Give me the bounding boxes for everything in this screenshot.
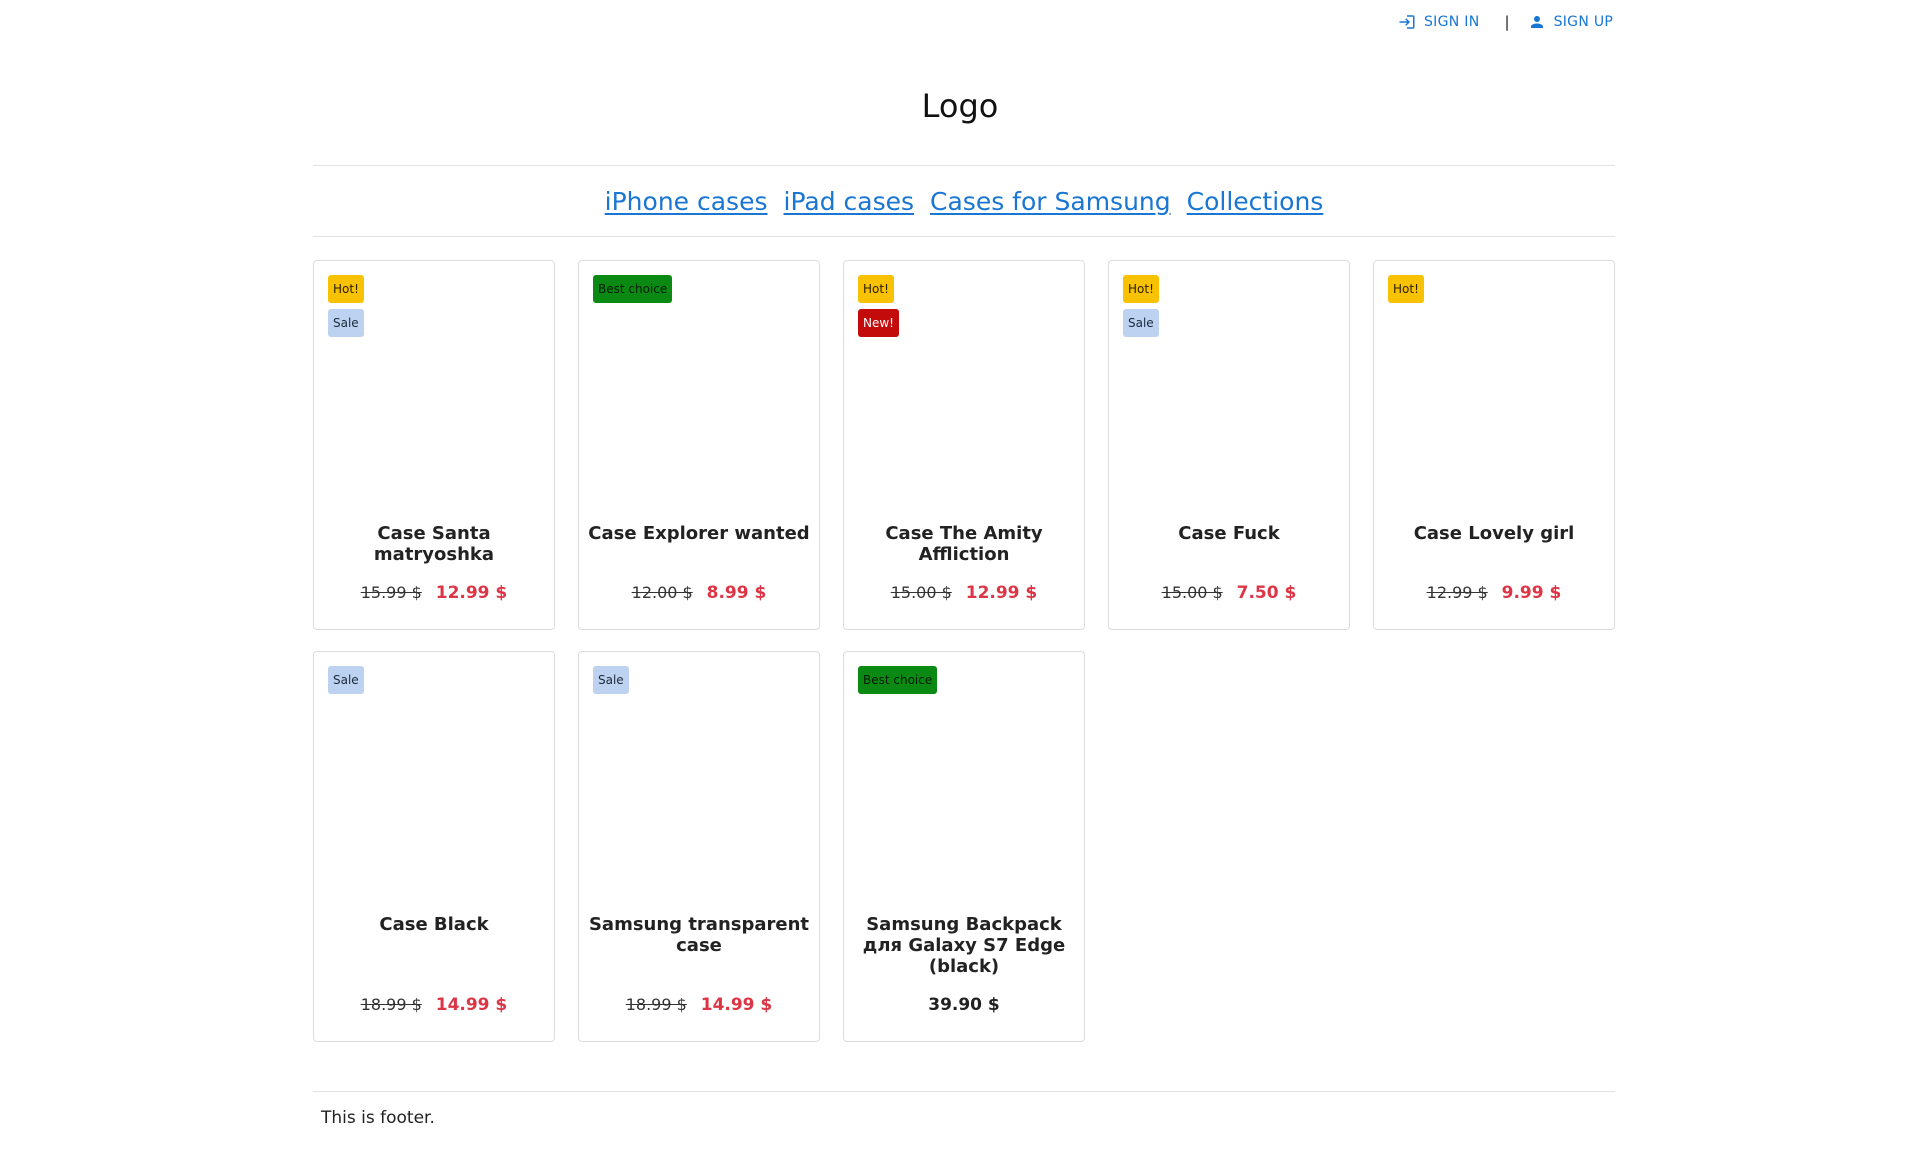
product-card[interactable]: Best choice Case Explorer wanted 12.00 $… [578, 260, 820, 630]
product-card[interactable]: Sale Samsung transparent case 18.99 $ 14… [578, 651, 820, 1042]
badge-stack: Hot! Sale [1123, 275, 1159, 337]
old-price: 12.99 $ [1426, 583, 1488, 602]
badge-stack: Best choice [593, 275, 673, 303]
product-title[interactable]: Case Santa matryoshka [322, 523, 546, 565]
price-row: 15.00 $ 7.50 $ [1109, 583, 1349, 603]
nav-item-cases-for-samsung[interactable]: Cases for Samsung [930, 187, 1171, 216]
current-price: 12.99 $ [435, 583, 508, 603]
product-title[interactable]: Case The Amity Affliction [852, 523, 1076, 565]
sale-badge: Sale [328, 666, 364, 694]
price-row: 18.99 $ 14.99 $ [314, 995, 554, 1015]
old-price: 15.00 $ [1161, 583, 1223, 602]
badge-stack: Hot! [1388, 275, 1424, 303]
badge-stack: Hot! Sale [328, 275, 364, 337]
person-icon [1530, 16, 1543, 28]
product-card[interactable]: Hot! New! Case The Amity Affliction 15.0… [843, 260, 1085, 630]
badge-stack: Sale [328, 666, 364, 694]
price-row: 39.90 $ [844, 995, 1084, 1015]
product-card[interactable]: Sale Case Black 18.99 $ 14.99 $ [313, 651, 555, 1042]
product-title[interactable]: Case Black [322, 914, 546, 935]
category-nav: iPhone cases iPad cases Cases for Samsun… [313, 165, 1615, 237]
best-choice-badge: Best choice [593, 275, 673, 303]
sale-badge: Sale [1123, 309, 1159, 337]
product-card[interactable]: Hot! Sale Case Fuck 15.00 $ 7.50 $ [1108, 260, 1350, 630]
current-price: 8.99 $ [706, 583, 767, 603]
sale-badge: Sale [328, 309, 364, 337]
hot-badge: Hot! [1123, 275, 1159, 303]
best-choice-badge: Best choice [858, 666, 938, 694]
price-row: 15.99 $ 12.99 $ [314, 583, 554, 603]
product-title[interactable]: Samsung transparent case [587, 914, 811, 956]
nav-item-collections[interactable]: Collections [1187, 187, 1324, 216]
login-icon [1399, 15, 1415, 29]
product-title[interactable]: Samsung Backpack для Galaxy S7 Edge (bla… [852, 914, 1076, 977]
hot-badge: Hot! [858, 275, 894, 303]
old-price: 18.99 $ [360, 995, 422, 1014]
badge-stack: Sale [593, 666, 629, 694]
product-card[interactable]: Hot! Sale Case Santa matryoshka 15.99 $ … [313, 260, 555, 630]
price-row: 12.99 $ 9.99 $ [1374, 583, 1614, 603]
nav-item-ipad-cases[interactable]: iPad cases [784, 187, 915, 216]
auth-separator: | [1504, 13, 1510, 31]
hot-badge: Hot! [328, 275, 364, 303]
product-title[interactable]: Case Explorer wanted [587, 523, 811, 544]
old-price: 15.99 $ [360, 583, 422, 602]
current-price: 9.99 $ [1501, 583, 1562, 603]
price-row: 15.00 $ 12.99 $ [844, 583, 1084, 603]
current-price: 39.90 $ [928, 995, 1000, 1015]
badge-stack: Best choice [858, 666, 938, 694]
sign-up-link[interactable]: SIGN UP [1528, 13, 1614, 31]
badge-stack: Hot! New! [858, 275, 899, 337]
site-logo[interactable]: Logo [0, 84, 1920, 128]
current-price: 14.99 $ [700, 995, 773, 1015]
sign-in-link[interactable]: SIGN IN [1398, 13, 1480, 31]
current-price: 7.50 $ [1236, 583, 1297, 603]
page-footer: This is footer. [313, 1091, 1615, 1128]
sign-in-label: SIGN IN [1424, 14, 1480, 30]
price-row: 12.00 $ 8.99 $ [579, 583, 819, 603]
footer-text: This is footer. [321, 1108, 435, 1128]
old-price: 12.00 $ [631, 583, 693, 602]
hot-badge: Hot! [1388, 275, 1424, 303]
sale-badge: Sale [593, 666, 629, 694]
product-title[interactable]: Case Fuck [1117, 523, 1341, 544]
product-card[interactable]: Hot! Case Lovely girl 12.99 $ 9.99 $ [1373, 260, 1615, 630]
current-price: 12.99 $ [965, 583, 1038, 603]
old-price: 15.00 $ [890, 583, 952, 602]
price-row: 18.99 $ 14.99 $ [579, 995, 819, 1015]
auth-bar: SIGN IN | SIGN UP [1398, 12, 1613, 32]
current-price: 14.99 $ [435, 995, 508, 1015]
nav-item-iphone-cases[interactable]: iPhone cases [605, 187, 768, 216]
sign-up-label: SIGN UP [1553, 14, 1614, 30]
old-price: 18.99 $ [625, 995, 687, 1014]
product-title[interactable]: Case Lovely girl [1382, 523, 1606, 544]
product-card[interactable]: Best choice Samsung Backpack для Galaxy … [843, 651, 1085, 1042]
new-badge: New! [858, 309, 899, 337]
